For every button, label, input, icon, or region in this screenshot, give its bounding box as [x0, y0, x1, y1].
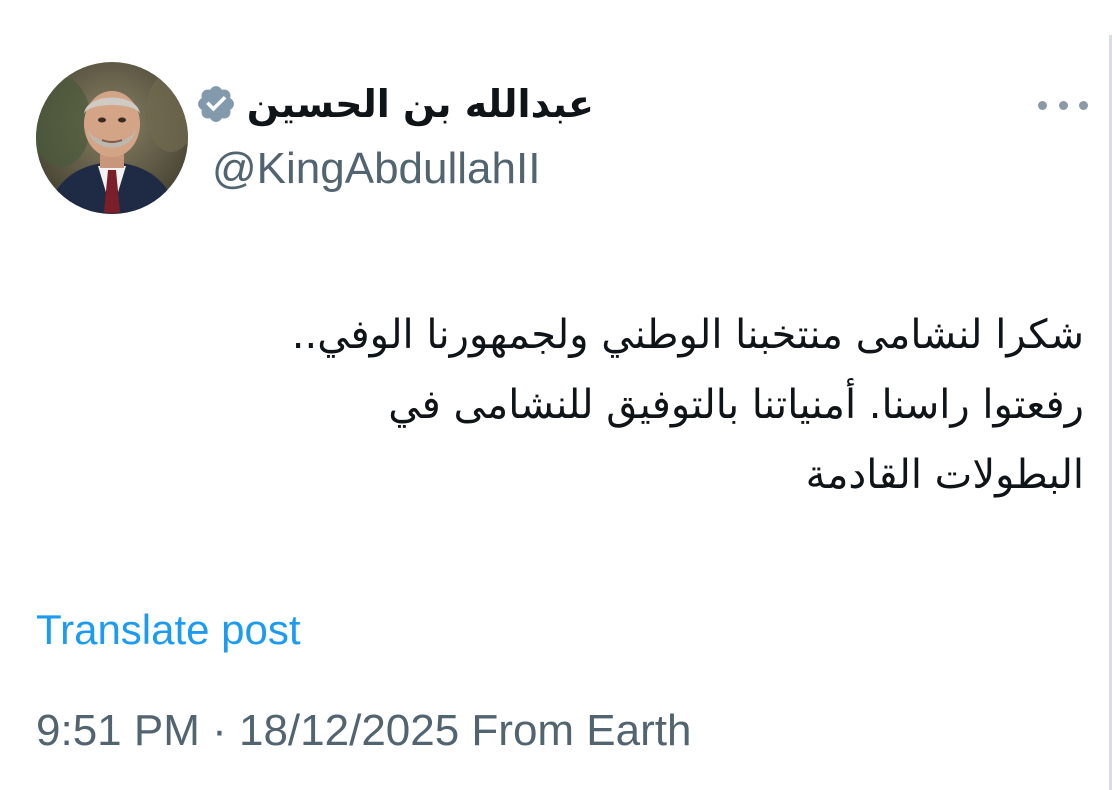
tweet-card: عبدالله بن الحسين @KingAbdullahII شكرا ل… [0, 0, 1112, 790]
author-display-name[interactable]: عبدالله بن الحسين [247, 82, 594, 126]
verified-badge-icon [197, 86, 234, 122]
more-dot [1079, 100, 1088, 110]
tweet-text-line: البطولات القادمة [805, 452, 1084, 498]
tweet-time[interactable]: 9:51 PM [36, 706, 200, 755]
more-dot [1058, 100, 1068, 110]
translate-post-link[interactable]: Translate post [36, 606, 301, 654]
author-name-row[interactable]: عبدالله بن الحسين [195, 72, 594, 136]
profile-photo [36, 62, 188, 214]
tweet-text: شكرا لنشامى منتخبنا الوطني ولجمهورنا الو… [74, 300, 1084, 510]
tweet-text-line: شكرا لنشامى منتخبنا الوطني ولجمهورنا الو… [291, 312, 1084, 358]
tweet-metadata: 9:51 PM · 18/12/2025 From Earth [36, 706, 691, 756]
tweet-date[interactable]: 18/12/2025 [239, 706, 459, 755]
author-handle[interactable]: @KingAbdullahII [212, 144, 540, 194]
meta-separator: · [199, 706, 239, 755]
more-options-icon[interactable] [1038, 92, 1088, 118]
avatar[interactable] [36, 62, 188, 214]
tweet-text-line: رفعتوا راسنا. أمنياتنا بالتوفيق للنشامى … [388, 382, 1084, 428]
tweet-source: From Earth [459, 706, 692, 755]
more-dot [1038, 100, 1047, 110]
